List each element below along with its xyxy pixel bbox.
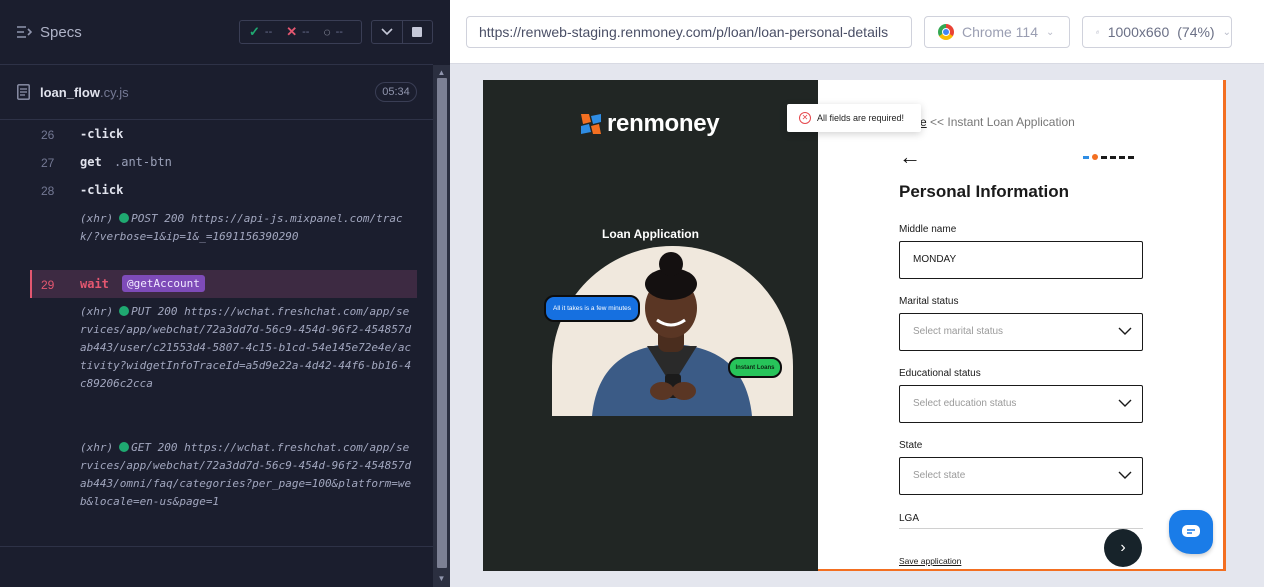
xhr-log-entry[interactable]: (xhr) GET 200 https://wchat.freshchat.com… xyxy=(80,439,415,511)
pending-circle-icon: ◌ xyxy=(323,25,331,39)
breadcrumb: e << Instant Loan Application xyxy=(920,115,1075,129)
middle-name-label: Middle name xyxy=(899,224,957,235)
chevron-down-icon: ⌄ xyxy=(1046,26,1055,38)
duration-timer: 05:34 xyxy=(375,82,417,102)
step-progress-indicator xyxy=(1083,154,1137,160)
spec-file-name[interactable]: loan_flow.cy.js xyxy=(40,85,129,100)
woman-with-phone-illustration xyxy=(592,252,752,416)
chevron-right-icon: › xyxy=(1120,539,1126,556)
viewport-selector[interactable]: 1000x660 (74%) ⌄ xyxy=(1082,16,1232,48)
back-arrow-icon[interactable]: ← xyxy=(899,146,921,168)
educational-status-select[interactable]: Select education status xyxy=(899,385,1143,423)
step-pending xyxy=(1110,155,1116,159)
chevron-down-icon xyxy=(1118,399,1132,407)
marital-status-select[interactable]: Select marital status xyxy=(899,313,1143,351)
hero-illustration xyxy=(552,246,793,416)
lga-label: LGA xyxy=(899,513,920,524)
page-title: Personal Information xyxy=(899,182,1070,201)
cypress-runner-panel: Specs ✓ -- ✕ -- ◌ -- loan_flow.cy.js 05:34 … xyxy=(0,0,433,587)
command-row[interactable]: 28 -click xyxy=(30,176,417,204)
chat-widget-button[interactable] xyxy=(1169,510,1213,554)
file-icon xyxy=(17,84,30,100)
chat-bubble-icon xyxy=(1182,525,1200,537)
status-dot-icon xyxy=(119,213,130,223)
command-log[interactable]: 26 -click 27 get .ant-btn 28 -click (xhr… xyxy=(30,120,417,534)
specs-list-icon[interactable] xyxy=(16,24,32,40)
passed-stat: ✓ -- xyxy=(249,24,273,39)
status-dot-icon xyxy=(119,442,130,452)
ruler-icon xyxy=(1096,30,1099,34)
step-pending xyxy=(1128,155,1134,159)
status-dot-icon xyxy=(119,306,130,316)
command-row[interactable]: 27 get .ant-btn xyxy=(30,148,417,176)
specs-label[interactable]: Specs xyxy=(40,24,82,41)
chrome-icon xyxy=(938,24,954,40)
scrollbar-thumb[interactable] xyxy=(437,78,447,568)
failed-stat: ✕ -- xyxy=(286,24,310,39)
step-pending xyxy=(1101,155,1107,159)
alias-tag[interactable]: @getAccount xyxy=(122,275,205,292)
step-current xyxy=(1092,154,1098,160)
cross-icon: ✕ xyxy=(286,24,298,39)
bubble-instant-loans: Instant Loans xyxy=(728,357,782,378)
hero-pane: renmoney Loan Application All it takes i… xyxy=(483,80,818,571)
check-icon: ✓ xyxy=(249,24,260,39)
renmoney-logo-mark xyxy=(581,114,601,134)
step-pending xyxy=(1119,155,1125,159)
test-stats: ✓ -- ✕ -- ◌ -- xyxy=(239,20,362,44)
marital-status-label: Marital status xyxy=(899,296,959,307)
command-row[interactable]: 26 -click xyxy=(30,120,417,148)
app-frame: renmoney Loan Application All it takes i… xyxy=(483,80,1226,571)
middle-name-input[interactable]: MONDAY xyxy=(899,241,1143,279)
educational-status-label: Educational status xyxy=(899,368,981,379)
aut-header: https://renweb-staging.renmoney.com/p/lo… xyxy=(450,0,1264,64)
chevron-down-icon: ⌄ xyxy=(1222,26,1231,38)
loan-application-title: Loan Application xyxy=(602,227,699,241)
url-bar[interactable]: https://renweb-staging.renmoney.com/p/lo… xyxy=(466,16,912,48)
stop-icon xyxy=(412,27,423,37)
stop-button[interactable] xyxy=(401,21,432,43)
pending-stat: ◌ -- xyxy=(323,25,343,39)
error-circle-icon: ✕ xyxy=(799,112,811,124)
step-done xyxy=(1083,155,1089,159)
breadcrumb-home-link[interactable]: e xyxy=(920,115,927,129)
chevron-down-icon xyxy=(381,28,393,36)
xhr-log-entry[interactable]: (xhr) PUT 200 https://wchat.freshchat.com… xyxy=(80,303,415,393)
runner-controls xyxy=(371,20,433,44)
state-select[interactable]: Select state xyxy=(899,457,1143,495)
next-button[interactable]: › xyxy=(1104,529,1142,567)
state-label: State xyxy=(899,440,923,451)
save-application-link[interactable]: Save application xyxy=(899,556,961,566)
scroll-down-icon[interactable]: ▼ xyxy=(437,574,446,583)
chevron-down-icon xyxy=(1118,327,1132,335)
aut-panel: https://renweb-staging.renmoney.com/p/lo… xyxy=(450,0,1264,587)
bubble-few-minutes: All it takes is a few minutes xyxy=(544,295,640,322)
command-row-active[interactable]: 29 wait @getAccount xyxy=(30,270,417,298)
divider xyxy=(0,546,433,547)
expand-toggle-button[interactable] xyxy=(372,21,402,43)
lga-select[interactable] xyxy=(899,528,1143,529)
browser-selector[interactable]: Chrome 114 ⌄ xyxy=(924,16,1070,48)
renmoney-logo: renmoney xyxy=(579,110,720,138)
chevron-down-icon xyxy=(1118,471,1132,479)
xhr-log-entry[interactable]: (xhr) POST 200 https://api-js.mixpanel.co… xyxy=(80,210,415,246)
error-toast: ✕ All fields are required! xyxy=(787,104,921,132)
scroll-up-icon[interactable]: ▲ xyxy=(437,68,446,77)
